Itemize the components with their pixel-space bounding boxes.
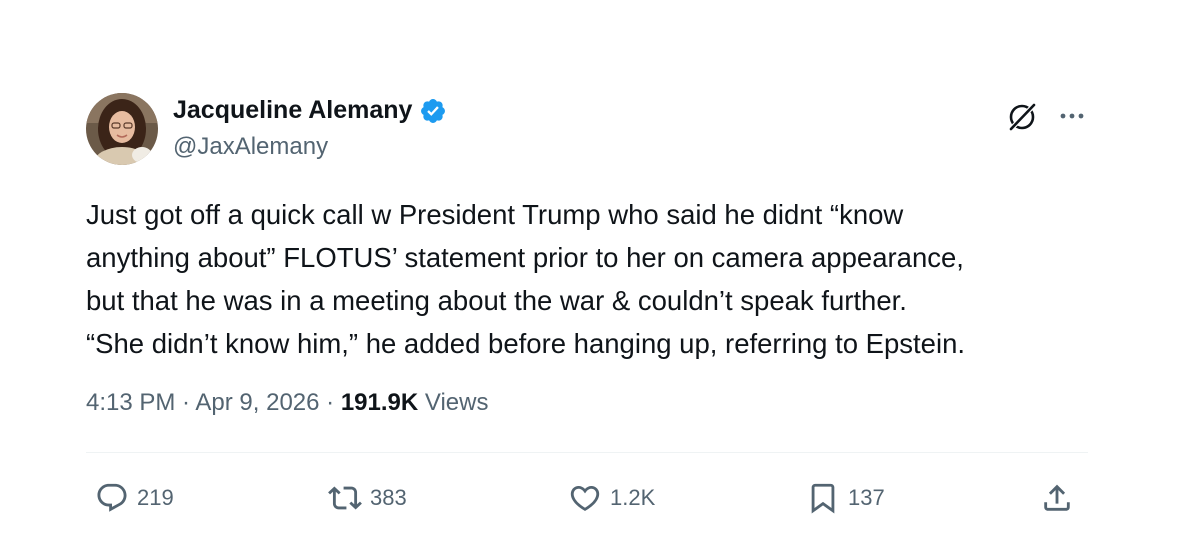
timestamp-time[interactable]: 4:13 PM [86, 389, 175, 416]
views-label: Views [418, 389, 489, 416]
meta-separator: · [319, 389, 341, 416]
handle[interactable]: @JaxAlemany [173, 133, 328, 161]
tweet-text-line: anything about” FLOTUS’ statement prior … [86, 242, 964, 273]
more-icon[interactable] [1056, 100, 1088, 132]
tweet-text: Just got off a quick call w President Tr… [86, 193, 1106, 365]
share-button[interactable] [1040, 478, 1074, 518]
avatar[interactable] [86, 93, 158, 165]
like-button[interactable]: 1.2K [568, 478, 655, 518]
bookmark-count: 137 [848, 485, 885, 510]
repost-count: 383 [370, 485, 407, 510]
tweet-text-line: Just got off a quick call w President Tr… [86, 199, 904, 230]
tweet-text-line: but that he was in a meeting about the w… [86, 285, 907, 316]
repost-icon [328, 486, 362, 510]
tweet-text-line: “She didn’t know him,” he added before h… [86, 328, 966, 359]
divider [86, 452, 1088, 453]
meta-separator: · [175, 389, 196, 416]
repost-button[interactable]: 383 [328, 478, 407, 518]
verified-badge-icon [419, 97, 447, 125]
reply-button[interactable]: 219 [95, 478, 174, 518]
like-count: 1.2K [610, 485, 656, 510]
share-icon [1044, 484, 1070, 511]
reply-count: 219 [137, 485, 174, 510]
grok-icon[interactable] [1005, 100, 1039, 134]
bookmark-icon [811, 483, 835, 514]
avatar-image [86, 93, 158, 165]
bookmark-button[interactable]: 137 [806, 478, 885, 518]
views-count[interactable]: 191.9K [341, 389, 418, 416]
display-name[interactable]: Jacqueline Alemany [173, 96, 447, 125]
tweet-meta: 4:13 PM · Apr 9, 2026 · 191.9K Views [86, 389, 488, 417]
timestamp-date[interactable]: Apr 9, 2026 [195, 389, 319, 416]
reply-icon [97, 483, 127, 512]
like-icon [570, 485, 600, 511]
display-name-text: Jacqueline Alemany [173, 96, 413, 124]
